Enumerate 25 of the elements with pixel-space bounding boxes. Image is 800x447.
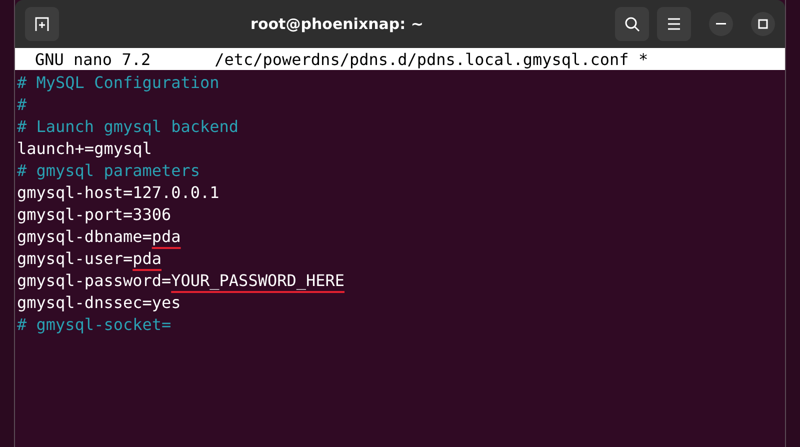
new-tab-icon [34,16,50,32]
new-tab-button[interactable] [25,7,59,41]
comment-line: # gmysql parameters [17,160,202,182]
config-line: gmysql-dbname=pda [17,226,182,248]
comment-line: # Launch gmysql backend [17,116,240,138]
minimize-button[interactable] [709,12,733,36]
search-icon [624,16,640,32]
maximize-icon [758,19,768,29]
config-line: launch+=gmysql [17,138,153,160]
minimize-icon [716,23,726,25]
file-path: /etc/powerdns/pdns.d/pdns.local.gmysql.conf * [214,50,648,68]
comment-line: # [17,94,28,116]
window-title: root@phoenixnap: ~ [250,15,424,33]
config-line: gmysql-host=127.0.0.1 [17,182,220,204]
menu-icon [667,18,681,30]
config-line: gmysql-port=3306 [17,204,172,226]
maximize-button[interactable] [751,12,775,36]
config-line: gmysql-user=pda [17,248,162,270]
comment-line: # gmysql-socket= [17,314,172,336]
comment-line: # MySQL Configuration [17,72,220,94]
config-line: gmysql-dnssec=yes [17,292,182,314]
nano-version: GNU nano 7.2 [35,50,151,68]
config-line: gmysql-password=YOUR_PASSWORD_HERE [17,270,346,292]
search-button[interactable] [615,7,649,41]
menu-button[interactable] [657,7,691,41]
